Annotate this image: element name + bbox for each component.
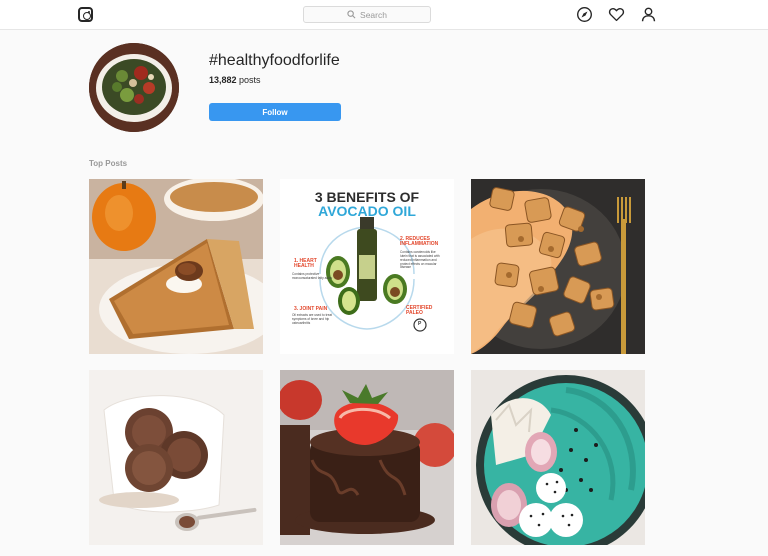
benefit1-title: 1. HEART HEALTH bbox=[294, 258, 317, 270]
infographic-heading-line2: AVOCADO OIL bbox=[318, 203, 416, 219]
top-nav: Search bbox=[0, 0, 768, 30]
posts-count-label: posts bbox=[239, 75, 261, 85]
search-input[interactable]: Search bbox=[303, 6, 431, 23]
profile-icon[interactable] bbox=[640, 6, 657, 23]
post-tile-2[interactable]: 3 BENEFITS OF AVOCADO OIL 1. HEART HEALT… bbox=[280, 179, 454, 354]
benefit2-text: Contains carotenoids like lutein that is… bbox=[400, 250, 440, 270]
benefit3-text: Oil extracts are used to treat symptoms … bbox=[292, 313, 333, 325]
post-tile-5[interactable] bbox=[280, 370, 454, 545]
hashtag-title: #healthyfoodforlife bbox=[209, 52, 340, 69]
post-tile-3[interactable] bbox=[471, 179, 645, 354]
post-tile-4[interactable] bbox=[89, 370, 263, 545]
explore-compass-icon[interactable] bbox=[576, 6, 593, 23]
benefit1-text: Contains protective monounsaturated fatt… bbox=[292, 272, 333, 280]
posts-count: 13,882 posts bbox=[209, 75, 261, 85]
benefit2-title: 2. REDUCES INFLAMMATION bbox=[400, 236, 439, 248]
hashtag-avatar bbox=[89, 43, 179, 132]
heart-icon[interactable] bbox=[608, 6, 625, 23]
top-posts-label: Top Posts bbox=[89, 159, 128, 168]
instagram-logo-icon[interactable] bbox=[78, 7, 93, 22]
posts-count-number: 13,882 bbox=[209, 75, 237, 85]
follow-button[interactable]: Follow bbox=[209, 103, 341, 121]
post-tile-1[interactable] bbox=[89, 179, 263, 354]
search-placeholder: Search bbox=[360, 9, 387, 20]
search-icon bbox=[347, 10, 356, 19]
benefit3-title: 3. JOINT PAIN bbox=[294, 306, 328, 312]
post-tile-6[interactable] bbox=[471, 370, 645, 545]
paleo-badge-letter: P bbox=[418, 321, 422, 327]
paleo-badge-label: CERTIFIED PALEO bbox=[406, 305, 433, 317]
